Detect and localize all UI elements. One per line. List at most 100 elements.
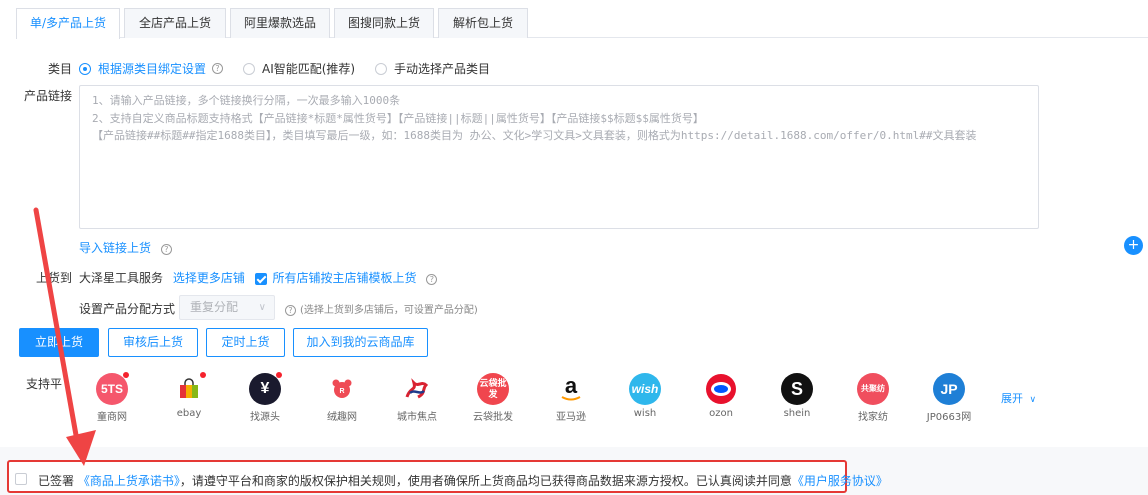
tab-single-multi-product[interactable]: 单/多产品上货: [16, 8, 120, 39]
yundai-logo-icon: 云袋批发: [477, 373, 509, 405]
agreement-prefix: 已签署: [38, 474, 75, 488]
wish-logo-icon: wish: [629, 373, 661, 405]
platform-name: ebay: [176, 408, 202, 419]
product-link-label: 产品链接: [23, 89, 72, 103]
platforms-label: 支持平: [26, 377, 63, 391]
platform-yundai[interactable]: 云袋批发 云袋批发: [461, 373, 525, 423]
radio-label: AI智能匹配(推荐): [262, 62, 356, 76]
ebay-bag-icon: [173, 372, 206, 405]
agreement-text: 已签署 《商品上货承诺书》，请遵守平台和商家的版权保护相关规则，使用者确保所上货…: [38, 472, 888, 489]
add-cloud-library-button[interactable]: 加入到我的云商品库: [293, 328, 428, 357]
expand-label: 展开: [1001, 392, 1023, 405]
add-circle-icon[interactable]: +: [1124, 236, 1143, 255]
category-radio-manual[interactable]: 手动选择产品类目: [375, 60, 490, 77]
new-dot: [123, 372, 129, 378]
logo-text: 5TS: [100, 382, 123, 396]
select-more-stores-link[interactable]: 选择更多店铺: [173, 271, 245, 285]
platform-wish[interactable]: wish wish: [613, 373, 677, 419]
help-icon[interactable]: ?: [212, 63, 224, 74]
placeholder-line: 【产品链接##标题##指定1688类目】，类目填写最后一级，如：1688类目为 …: [92, 129, 977, 142]
platform-name: wish: [633, 408, 657, 419]
store-name: 大泽星工具服务: [79, 271, 164, 285]
tab-ali-hot-picks[interactable]: 阿里爆款选品: [230, 8, 330, 38]
platform-name: JP0663网: [926, 412, 972, 423]
service-agreement-link[interactable]: 《用户服务协议》: [792, 474, 888, 488]
platform-shein[interactable]: S shein: [765, 373, 829, 419]
city-focus-logo-icon: [401, 373, 433, 405]
import-link-row: 导入链接上货 ?: [79, 239, 172, 256]
bear-logo-icon: R: [326, 373, 358, 405]
logo-text: R: [339, 388, 344, 395]
tab-parse-package[interactable]: 解析包上货: [438, 8, 528, 38]
new-dot: [276, 372, 282, 378]
platform-city-focus[interactable]: 城市焦点: [385, 373, 449, 423]
new-dot: [200, 372, 206, 378]
platform-zhaoyuantou[interactable]: ¥ 找源头: [233, 372, 297, 423]
ozon-logo-icon: [705, 373, 737, 405]
logo-text: JP: [940, 381, 958, 397]
hint-text: (选择上货到多店铺后，可设置产品分配): [300, 305, 478, 316]
upload-now-button[interactable]: 立即上货: [19, 328, 99, 357]
platform-name: 找源头: [250, 412, 280, 423]
platform-name: 云袋批发: [473, 412, 513, 423]
platform-name: 童商网: [97, 412, 127, 423]
import-link-button[interactable]: 导入链接上货: [79, 241, 151, 255]
agreement-middle: ，请遵守平台和商家的版权保护相关规则，使用者确保所上货商品均已获得商品数据来源方…: [179, 474, 792, 488]
upload-to-row: 大泽星工具服务 选择更多店铺 所有店铺按主店铺模板上货 ?: [79, 269, 438, 286]
platform-name: 城市焦点: [397, 412, 437, 423]
chevron-down-icon: ∨: [258, 302, 266, 313]
review-upload-button[interactable]: 审核后上货: [108, 328, 198, 357]
scheduled-upload-button[interactable]: 定时上货: [206, 328, 285, 357]
placeholder-line: 1、请输入产品链接，多个链接换行分隔，一次最多输入1000条: [92, 94, 401, 107]
upload-to-label: 上货到: [35, 271, 72, 285]
platform-ozon[interactable]: ozon: [689, 373, 753, 419]
category-radio-source-binding[interactable]: 根据源类目绑定设置 ?: [79, 60, 224, 77]
category-radio-ai-match[interactable]: AI智能匹配(推荐): [243, 60, 355, 77]
radio-label: 手动选择产品类目: [394, 62, 491, 76]
platform-ebay[interactable]: ebay: [157, 372, 221, 419]
agreement-checkbox[interactable]: [15, 473, 27, 485]
help-icon[interactable]: ?: [160, 244, 172, 255]
help-icon[interactable]: ?: [426, 274, 438, 285]
zhaojiafang-logo-icon: 共聚纺: [857, 373, 889, 405]
radio-dot: [375, 62, 387, 75]
template-checkbox-label[interactable]: 所有店铺按主店铺模板上货: [273, 271, 417, 285]
platform-jp0663[interactable]: JP JP0663网: [917, 373, 981, 423]
distribution-label: 设置产品分配方式: [79, 302, 176, 316]
placeholder-line: 2、支持自定义商品标题支持格式【产品链接*标题*属性货号】【产品链接||标题||…: [92, 111, 704, 125]
zhaoyuantou-logo-icon: ¥: [249, 372, 282, 405]
platform-amazon[interactable]: a 亚马逊: [539, 373, 603, 423]
platform-name: 绒趣网: [327, 412, 357, 423]
promise-letter-link[interactable]: 《商品上货承诺书》: [78, 474, 180, 488]
radio-dot: [243, 62, 255, 75]
logo-text: wish: [631, 382, 659, 396]
jp0663-logo-icon: JP: [933, 373, 965, 405]
distribution-select[interactable]: 重复分配 ∨: [179, 295, 275, 320]
platform-rongqu[interactable]: R 绒趣网: [310, 373, 374, 423]
platform-name: 找家纺: [858, 412, 888, 423]
platform-name: shein: [783, 408, 811, 419]
distribution-hint: ? (选择上货到多店铺后，可设置产品分配): [285, 301, 478, 316]
chevron-down-icon: ∨: [1029, 395, 1037, 405]
expand-platforms-button[interactable]: 展开 ∨: [1001, 390, 1036, 406]
logo-text: 共聚纺: [861, 384, 885, 393]
logo-text: 云袋批发: [479, 378, 507, 399]
help-icon[interactable]: ?: [285, 305, 296, 316]
platform-tongshang[interactable]: 5TS 童商网: [80, 372, 144, 423]
radio-label: 根据源类目绑定设置: [98, 62, 207, 76]
amazon-logo-icon: a: [555, 373, 587, 405]
tongshang-logo-icon: 5TS: [96, 372, 129, 405]
tab-whole-store[interactable]: 全店产品上货: [124, 8, 226, 38]
category-label: 类目: [47, 62, 72, 76]
platform-name: 亚马逊: [556, 412, 586, 423]
product-link-textarea[interactable]: 1、请输入产品链接，多个链接换行分隔，一次最多输入1000条 2、支持自定义商品标…: [79, 85, 1039, 229]
tab-image-search[interactable]: 图搜同款上货: [334, 8, 434, 38]
radio-dot: [79, 62, 91, 75]
shein-logo-icon: S: [781, 373, 813, 405]
select-value: 重复分配: [190, 300, 239, 314]
logo-text: S: [790, 379, 803, 399]
tab-bar: 单/多产品上货 全店产品上货 阿里爆款选品 图搜同款上货 解析包上货: [0, 0, 1148, 39]
platform-zhaojiafang[interactable]: 共聚纺 找家纺: [841, 373, 905, 423]
template-checkbox[interactable]: [254, 272, 267, 285]
logo-text: ¥: [260, 380, 270, 397]
